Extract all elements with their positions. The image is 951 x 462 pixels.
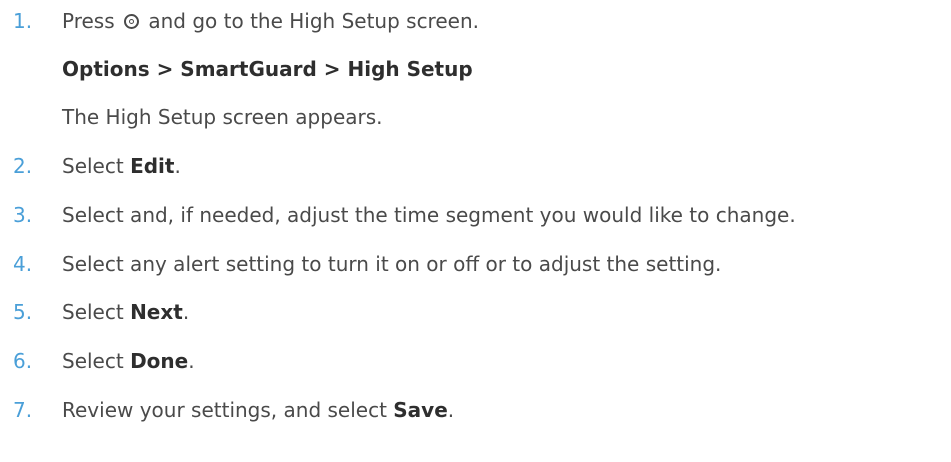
step-text-end: .	[182, 300, 190, 324]
step-text: Review your settings, and select Save.	[62, 398, 454, 422]
step-action-edit: Edit	[130, 154, 175, 178]
step-action-save: Save	[393, 398, 448, 422]
step-text: Select Done.	[62, 349, 195, 373]
step-number: 4.	[13, 252, 33, 276]
step-text-plain: Review your settings, and select	[62, 398, 394, 422]
step-text-plain: Select	[62, 349, 131, 373]
step-text: Select Next.	[62, 300, 189, 324]
step-number: 2.	[13, 154, 33, 178]
step-action-next: Next	[130, 300, 183, 324]
step-text: Select and, if needed, adjust the time s…	[62, 203, 796, 227]
step-text-end: .	[174, 154, 181, 178]
step-text: Select any alert setting to turn it on o…	[62, 252, 722, 276]
step-number: 1.	[13, 9, 33, 33]
select-button-icon	[124, 14, 139, 29]
step-number: 5.	[13, 300, 33, 324]
step-number: 7.	[13, 398, 33, 422]
step-text-end: .	[447, 398, 455, 422]
step-action-done: Done	[130, 349, 189, 373]
step-text-end: .	[188, 349, 195, 373]
step-text-plain: Select	[62, 154, 131, 178]
step-text-before: Press	[62, 9, 115, 33]
step-text-after: and go to the High Setup screen.	[148, 9, 479, 33]
step-result: The High Setup screen appears.	[62, 105, 383, 129]
step-number: 6.	[13, 349, 33, 373]
step-number: 3.	[13, 203, 33, 227]
step-text: Press and go to the High Setup screen.	[62, 9, 479, 33]
step-text: Select Edit.	[62, 154, 181, 178]
menu-path: Options > SmartGuard > High Setup	[62, 57, 473, 81]
step-text-plain: Select	[62, 300, 131, 324]
